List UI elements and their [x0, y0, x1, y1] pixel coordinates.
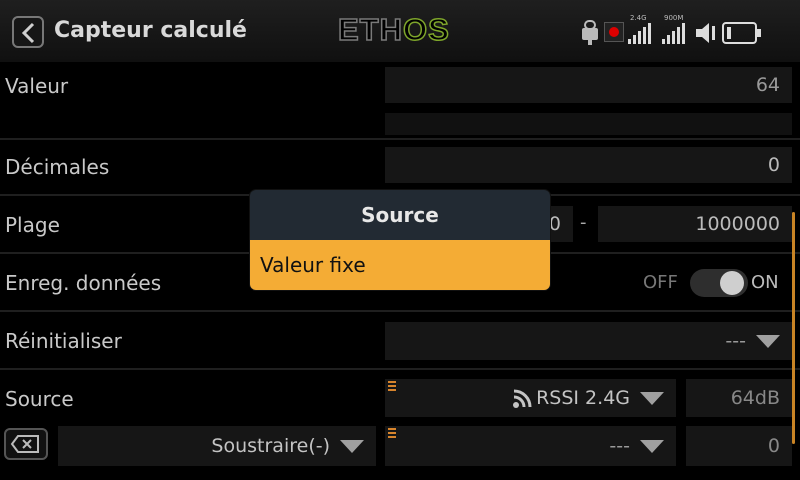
- drag-handle-icon: [388, 381, 396, 393]
- label-reinit: Réinitialiser: [5, 329, 122, 353]
- delete-button[interactable]: [4, 428, 48, 460]
- divider: [0, 310, 800, 312]
- range-separator: -: [580, 212, 587, 233]
- rss-icon: [513, 389, 532, 408]
- chevron-down-icon: [340, 440, 364, 453]
- decimales-field[interactable]: 0: [385, 147, 792, 183]
- chevron-down-icon: [640, 440, 664, 453]
- toggle-knob: [720, 271, 744, 295]
- chevron-left-icon: [21, 22, 35, 44]
- blank-field: [385, 113, 792, 135]
- label-decimales: Décimales: [5, 155, 110, 179]
- usb-lock-icon: [582, 20, 598, 45]
- record-icon: [604, 22, 624, 42]
- speaker-icon: [696, 23, 715, 43]
- valeur-field[interactable]: 64: [385, 67, 792, 103]
- label-enreg: Enreg. données: [5, 271, 162, 295]
- logging-toggle[interactable]: [690, 269, 748, 297]
- dialog-title: Source: [361, 203, 439, 227]
- divider: [0, 138, 800, 140]
- back-button[interactable]: [12, 16, 44, 48]
- source-sensor-dropdown[interactable]: RSSI 2.4G: [385, 379, 676, 417]
- option-valeur-fixe[interactable]: Valeur fixe: [250, 240, 550, 290]
- toggle-on-label: ON: [751, 272, 779, 293]
- source2-reading: 0: [686, 426, 792, 466]
- backspace-icon: [10, 435, 39, 453]
- toggle-off-label: OFF: [643, 272, 678, 293]
- chevron-down-icon: [640, 392, 664, 405]
- battery-icon: [722, 22, 761, 44]
- label-plage: Plage: [5, 213, 60, 237]
- divider: [0, 368, 800, 370]
- rssi-24-label: 2.4G: [630, 14, 647, 22]
- source-dialog: Source Valeur fixe: [250, 190, 550, 290]
- source2-sensor-dropdown[interactable]: ---: [385, 426, 676, 466]
- page-title: Capteur calculé: [54, 18, 247, 43]
- top-bar: Capteur calculé ETHOS 2.4G 900M: [0, 0, 800, 62]
- label-valeur: Valeur: [5, 74, 69, 98]
- plage-max-field[interactable]: 1000000: [598, 206, 792, 242]
- ethos-logo: ETHOS: [337, 11, 450, 48]
- scrollbar[interactable]: [792, 212, 795, 444]
- rssi-900-label: 900M: [664, 14, 684, 22]
- status-bar: 2.4G 900M: [580, 14, 788, 48]
- reinit-dropdown[interactable]: ---: [385, 322, 792, 360]
- label-source: Source: [5, 387, 74, 411]
- signal-24-icon: [628, 23, 651, 44]
- source-reading: 64dB: [686, 379, 792, 417]
- operation-dropdown[interactable]: Soustraire(-): [58, 426, 376, 466]
- drag-handle-icon: [388, 428, 396, 440]
- chevron-down-icon: [756, 335, 780, 348]
- signal-900-icon: [662, 23, 685, 44]
